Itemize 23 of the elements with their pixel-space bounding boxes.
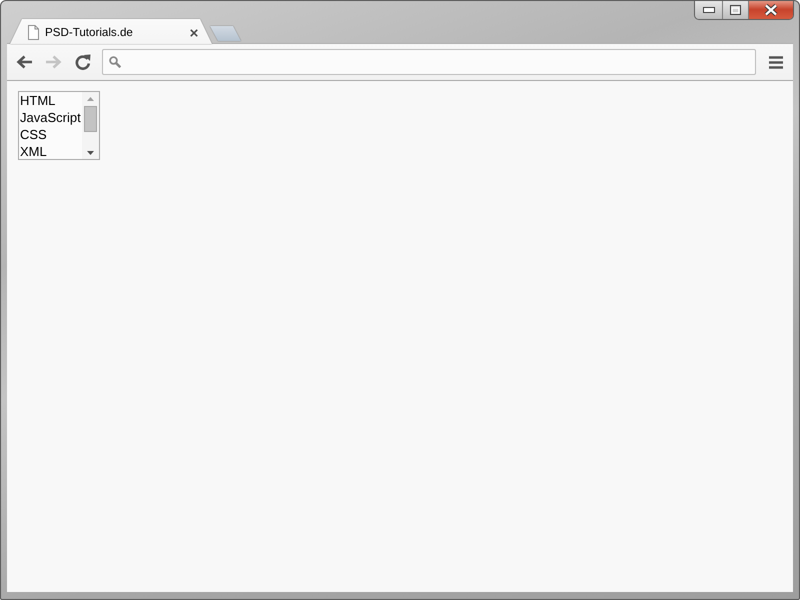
reload-icon xyxy=(74,54,90,70)
forward-arrow-icon xyxy=(45,55,62,69)
search-icon xyxy=(109,56,121,68)
close-button[interactable] xyxy=(748,1,793,19)
listbox[interactable]: HTML JavaScript CSS XML xyxy=(18,91,100,160)
back-arrow-icon xyxy=(16,55,33,69)
list-option[interactable]: CSS xyxy=(19,126,82,143)
close-tab-icon[interactable] xyxy=(190,28,198,36)
page-icon xyxy=(28,25,39,40)
list-option[interactable]: XML xyxy=(19,143,82,160)
scroll-thumb[interactable] xyxy=(84,106,97,132)
minimize-button[interactable] xyxy=(695,1,722,19)
tab-title: PSD-Tutorials.de xyxy=(45,26,134,39)
maximize-icon xyxy=(730,4,741,14)
minimize-icon xyxy=(702,6,714,12)
list-option[interactable]: HTML xyxy=(19,92,82,109)
scrollbar[interactable] xyxy=(82,92,99,159)
maximize-button[interactable] xyxy=(722,1,748,19)
menu-icon xyxy=(768,56,782,68)
close-icon xyxy=(764,4,778,16)
list-option[interactable]: JavaScript xyxy=(19,109,82,126)
scroll-down-arrow-icon[interactable] xyxy=(87,151,94,155)
browser-tab[interactable]: PSD-Tutorials.de xyxy=(10,19,212,44)
